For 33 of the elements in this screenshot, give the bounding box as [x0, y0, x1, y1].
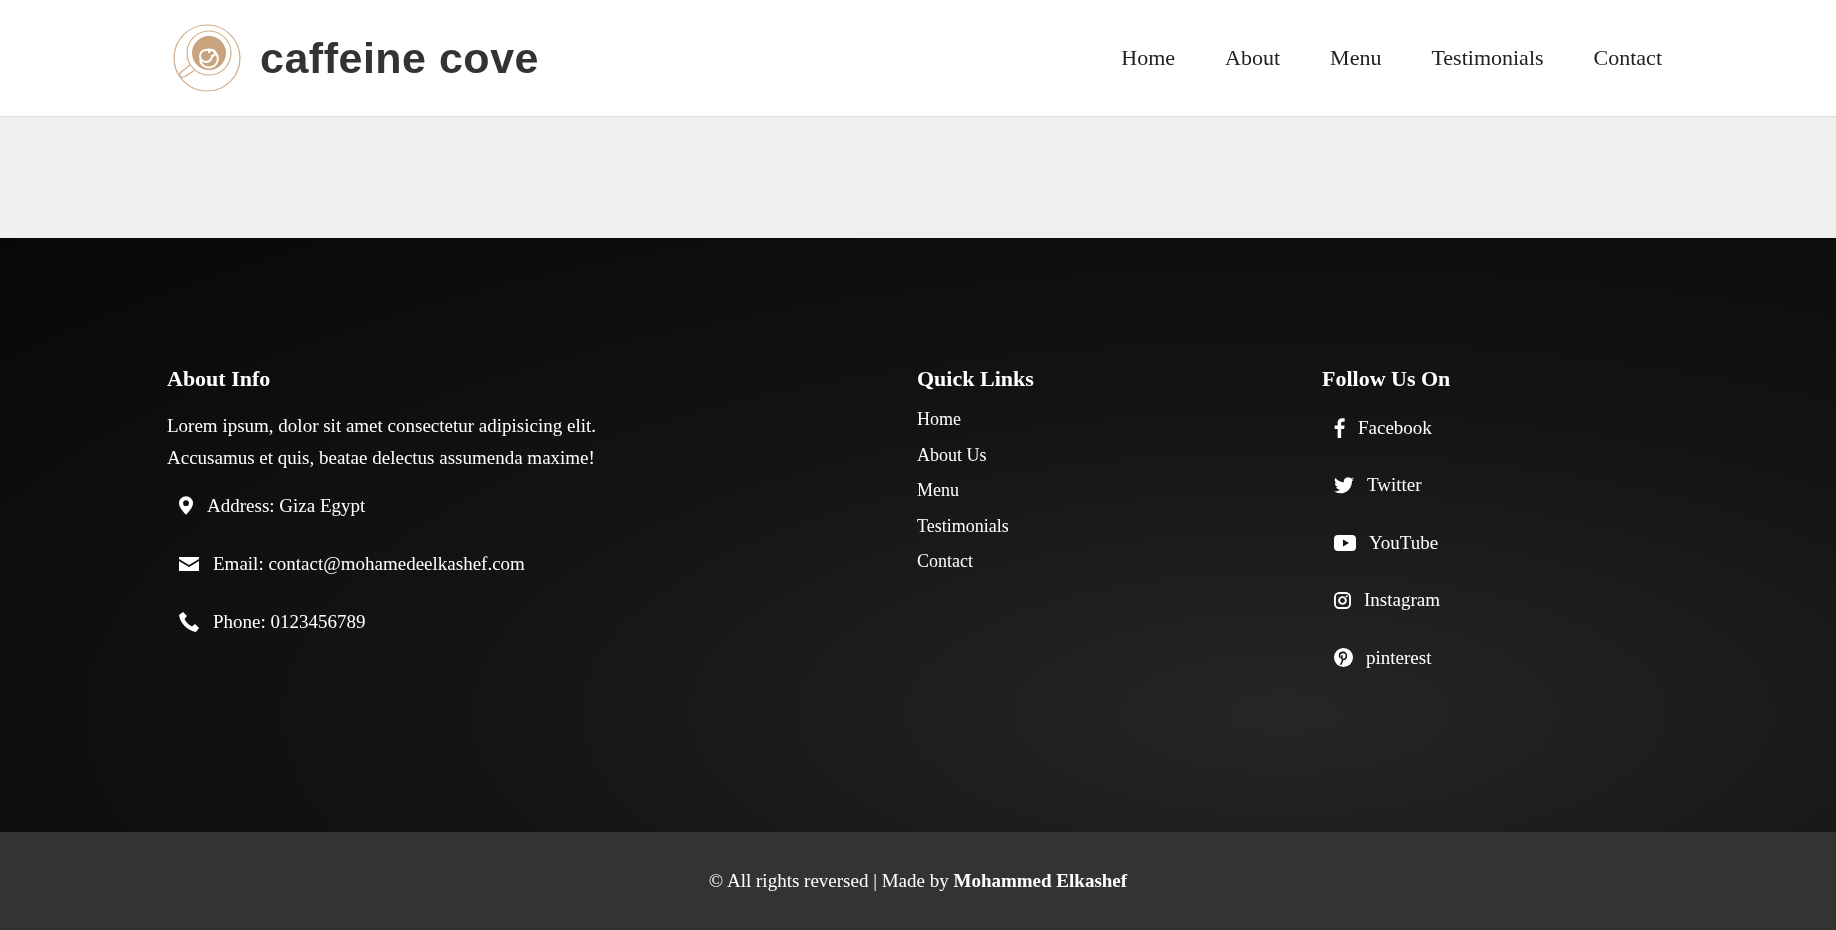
youtube-play-icon [1334, 534, 1356, 551]
nav-link[interactable]: About [1225, 45, 1281, 71]
coffee-cup-logo-icon [172, 23, 242, 93]
footer-heading: About Info [167, 366, 272, 392]
nav-link[interactable]: Home [1121, 45, 1176, 71]
contact-text: Email: contact@mohamedeelkashef.com [213, 552, 525, 575]
social-link[interactable]: pinterest [1366, 646, 1432, 669]
phone-icon [179, 611, 199, 632]
nav-link[interactable]: Contact [1593, 45, 1662, 71]
social-link[interactable]: YouTube [1369, 531, 1439, 554]
location-pin-icon [179, 496, 193, 515]
contact-text: Address: Giza Egypt [207, 494, 366, 517]
footer-link[interactable]: Menu [917, 473, 959, 509]
social-link[interactable]: Twitter [1367, 474, 1422, 496]
instagram-icon [1334, 591, 1351, 609]
logo-text: caffeine cove [260, 33, 539, 83]
facebook-icon [1334, 417, 1345, 438]
footer-link[interactable]: About Us [917, 437, 987, 473]
pinterest-icon [1334, 648, 1353, 667]
footer-link[interactable]: Testimonials [917, 508, 1009, 544]
envelope-icon [179, 556, 199, 571]
footer-link[interactable]: Home [917, 402, 961, 438]
footer-heading: Follow Us On [1322, 366, 1451, 392]
nav-link[interactable]: Menu [1330, 45, 1382, 71]
footer-heading: Quick Links [917, 366, 1034, 392]
social-link[interactable]: Facebook [1358, 416, 1432, 439]
twitter-bird-icon [1334, 476, 1354, 494]
footer-link[interactable]: Contact [917, 544, 973, 580]
copyright-text: © All rights reversed | Made by Mohammed Elkashef [708, 870, 1128, 892]
about-paragraph: Lorem ipsum, dolor sit amet consectetur adipisicing elit. Accusamus et quis, beatae delectus assumenda maxime! [167, 414, 597, 470]
nav-link[interactable]: Testimonials [1431, 45, 1544, 71]
social-link[interactable]: Instagram [1364, 589, 1440, 611]
contact-text: Phone: 0123456789 [213, 610, 366, 633]
